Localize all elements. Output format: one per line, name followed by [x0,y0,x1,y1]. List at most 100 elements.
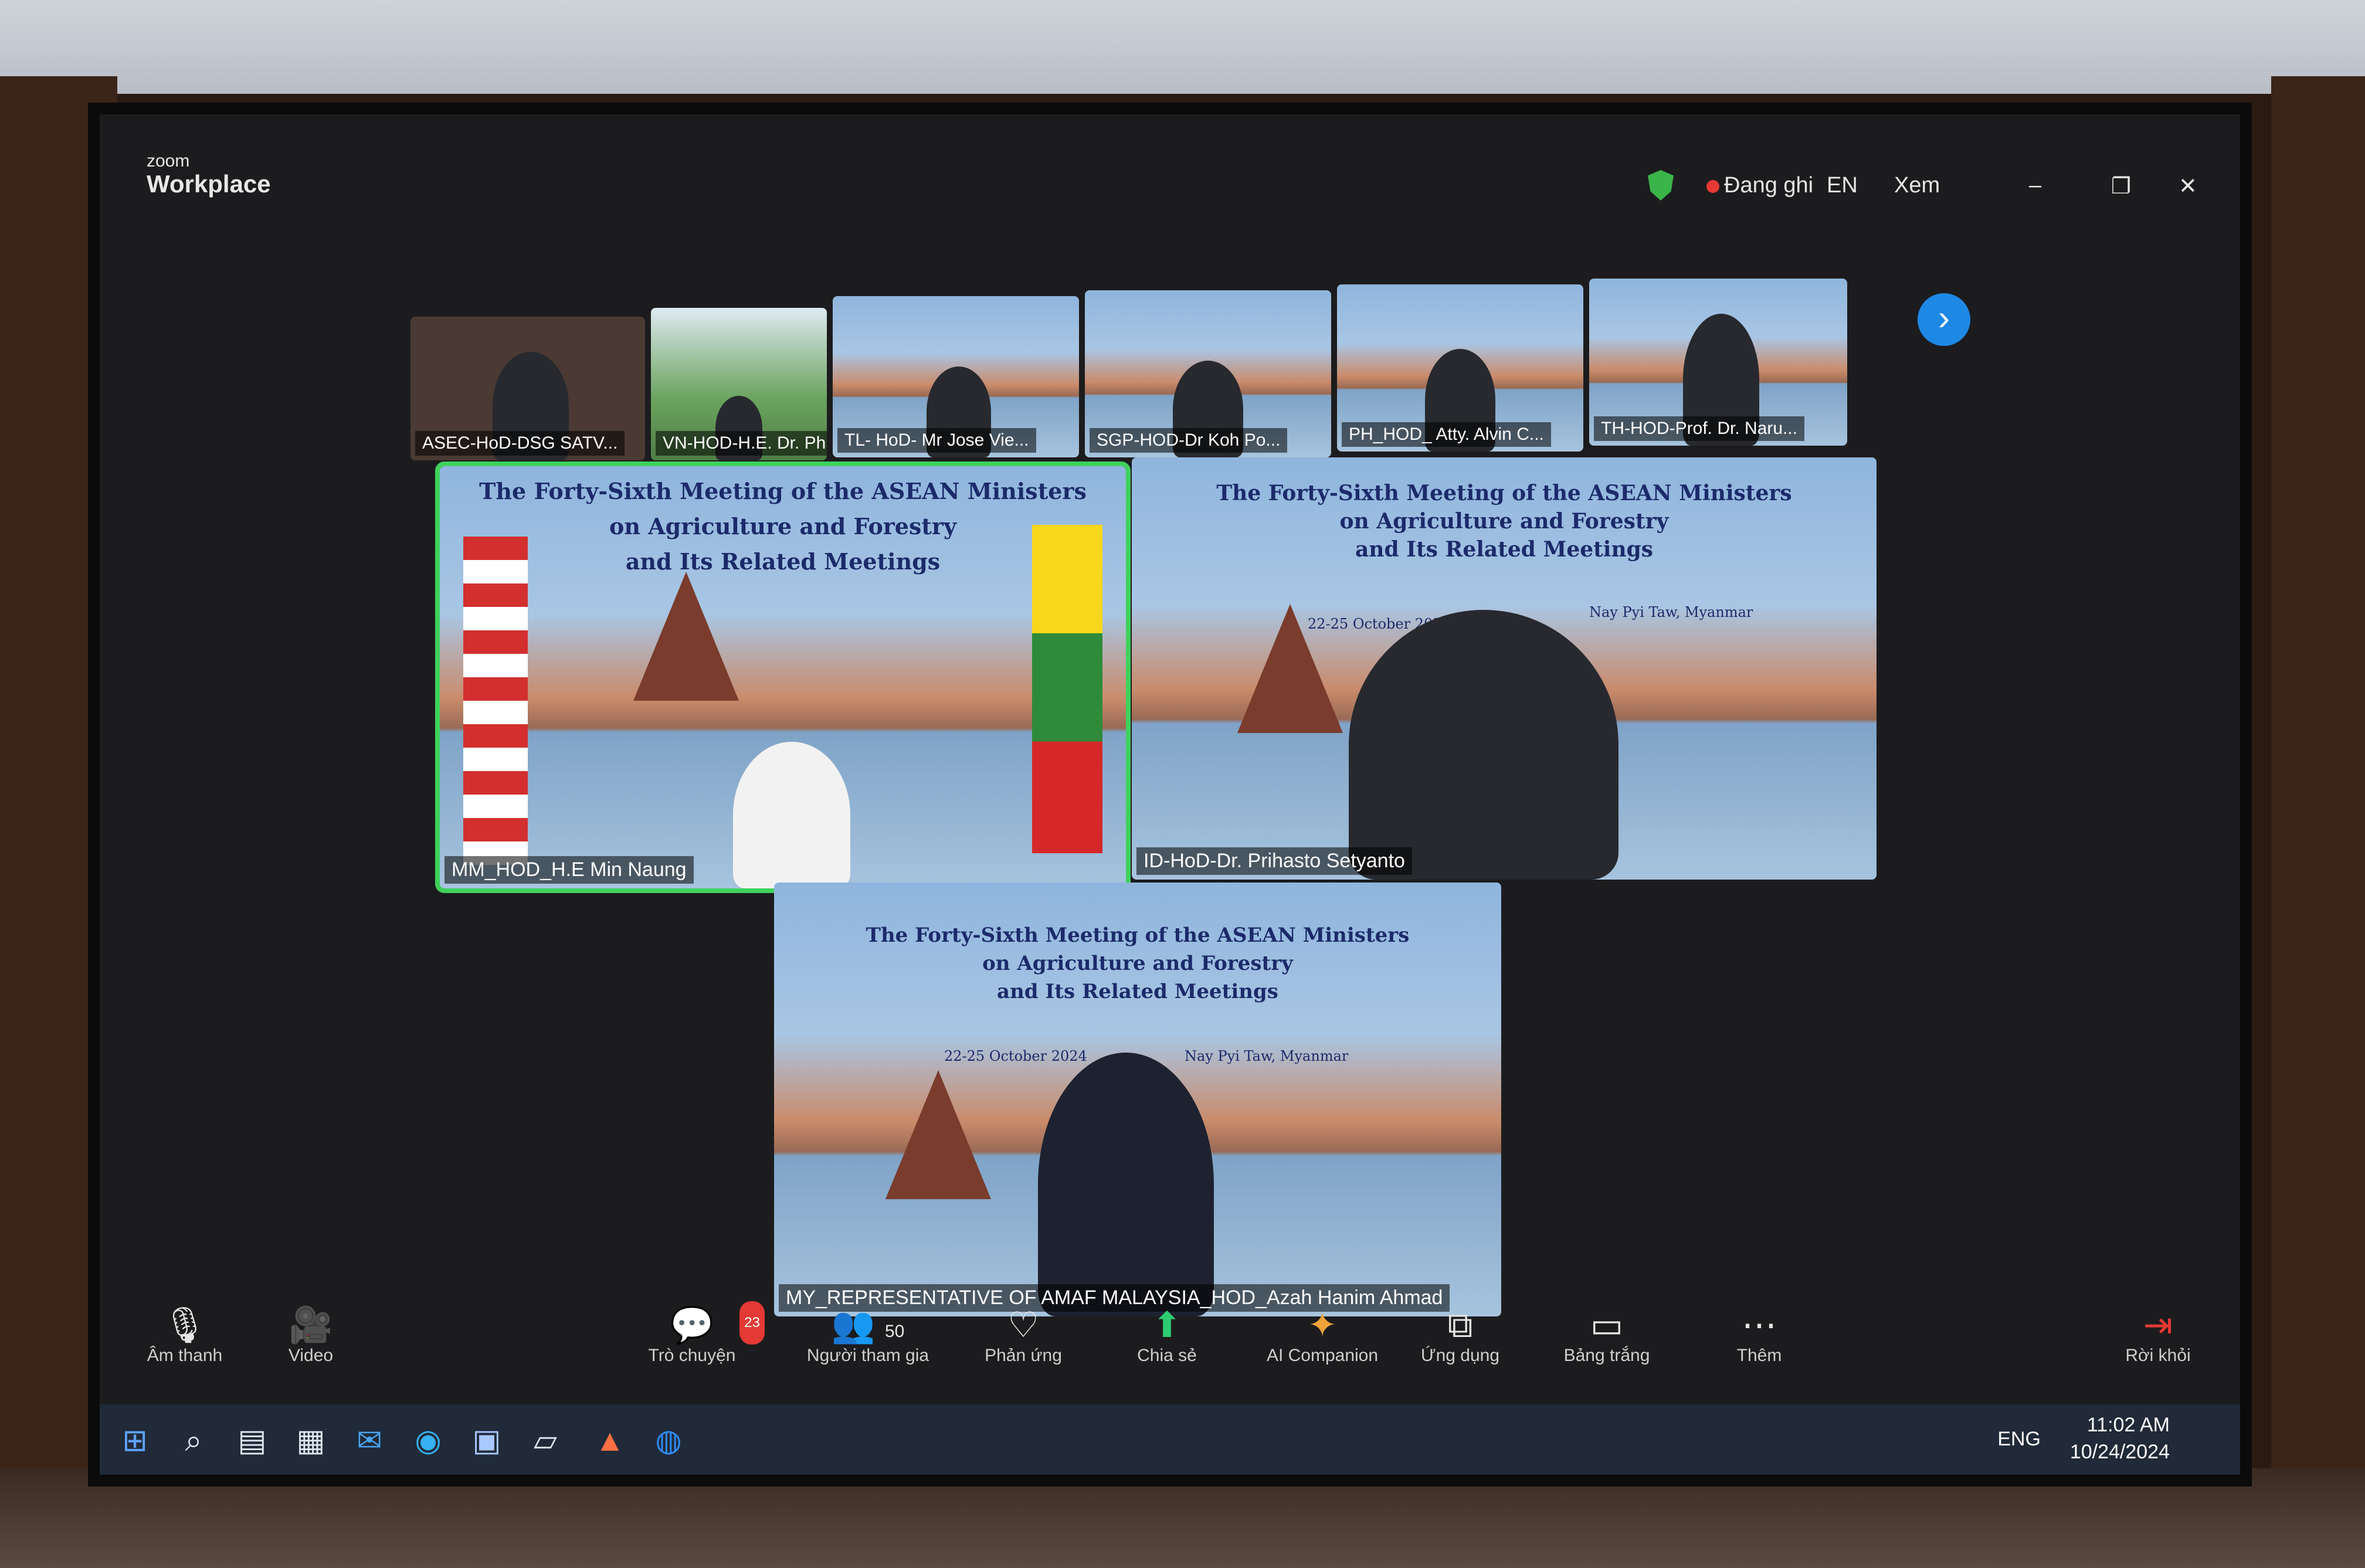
palace-illustration [1237,604,1343,733]
more-button[interactable]: ⋯ Thêm [1712,1305,1806,1366]
heart-icon: ♡ [1007,1305,1039,1345]
leave-button[interactable]: ⇥ Rời khỏi [2105,1305,2211,1366]
share-label: Chia sẻ [1137,1346,1197,1365]
gallery-tile[interactable]: VN-HOD-H.E. Dr. Phung... [651,308,827,460]
participant-video [733,742,850,888]
participant-name: TH-HOD-Prof. Dr. Naru... [1594,416,1805,441]
banner-dates: 22-25 October 2024 [944,1048,1087,1064]
security-shield-icon[interactable] [1648,170,1674,201]
chat-label: Trò chuyện [648,1346,736,1365]
microphone-icon: 🎙 [162,1305,208,1345]
gallery-tile[interactable]: SGP-HOD-Dr Koh Po... [1085,290,1331,457]
app-icon[interactable]: ▲ [586,1417,633,1464]
projection-screen: zoom Workplace Đang ghi EN Xem – ❐ ✕ ASE… [88,103,2252,1486]
banner-line1: The Forty-Sixth Meeting of the ASEAN Min… [1216,481,1792,505]
task-view-icon[interactable]: ▤ [229,1417,276,1464]
brand-small: zoom [147,151,190,171]
brand-large: Workplace [147,170,271,198]
participant-video [1038,1053,1214,1316]
system-clock[interactable]: 11:02 AM 10/24/2024 [2070,1411,2170,1465]
banner-line1: The Forty-Sixth Meeting of the ASEAN Min… [866,924,1410,947]
video-tile-main[interactable]: The Forty-Sixth Meeting of the ASEAN Min… [435,461,1131,893]
chat-badge: 23 [739,1301,765,1345]
participants-count: 50 [885,1322,905,1341]
more-icon: ⋯ [1742,1305,1777,1345]
zoom-app-icon[interactable]: ◍ [645,1417,692,1464]
banner-line3: and Its Related Meetings [625,548,941,575]
ai-companion-button[interactable]: ✦ AI Companion [1249,1305,1396,1366]
edge-browser-icon[interactable]: ◉ [405,1417,452,1464]
whiteboard-button[interactable]: ▭ Bảng trắng [1542,1305,1671,1366]
recording-dot-icon [1706,180,1719,193]
zoom-topbar: zoom Workplace Đang ghi EN Xem – ❐ ✕ [100,114,2240,202]
mail-icon[interactable]: ✉ [346,1417,393,1464]
gallery-tile[interactable]: TH-HOD-Prof. Dr. Naru... [1589,279,1847,446]
banner-line2: on Agriculture and Forestry [609,513,957,539]
participant-name: ID-HoD-Dr. Prihasto Setyanto [1136,847,1412,875]
clock-date: 10/24/2024 [2069,1441,2170,1463]
view-button[interactable]: Xem [1894,173,1940,198]
participants-label: Người tham gia [806,1346,929,1365]
apps-icon: ⧉ [1447,1305,1473,1345]
language-indicator[interactable]: ENG [1997,1428,2041,1451]
audio-label: Âm thanh [147,1346,223,1365]
language-button[interactable]: EN [1827,173,1858,198]
apps-button[interactable]: ⧉ Ứng dụng [1407,1305,1513,1366]
participant-name: ASEC-HoD-DSG SATV... [415,431,625,456]
malaysia-flag [463,537,528,865]
gallery-tile[interactable]: PH_HOD_ Atty. Alvin C... [1337,284,1583,452]
video-tile-main[interactable]: The Forty-Sixth Meeting of the ASEAN Min… [1132,457,1877,880]
participant-name: TL- HoD- Mr Jose Vie... [837,428,1036,453]
meeting-toolbar: 🎙 Âm thanh 🎥 Video 💬 23 Trò chuyện 👥 50 N… [100,1301,2240,1390]
participant-video [1349,610,1618,880]
file-explorer-icon[interactable]: ▱ [522,1417,569,1464]
wall-right [2271,76,2365,1568]
participant-name: PH_HOD_ Atty. Alvin C... [1342,422,1551,447]
leave-label: Rời khỏi [2125,1346,2191,1365]
minimize-button[interactable]: – [2029,173,2041,198]
participants-button[interactable]: 👥 50 Người tham gia [792,1305,944,1366]
gallery-next-button[interactable]: › [1918,293,1970,346]
close-button[interactable]: ✕ [2179,173,2197,199]
apps-label: Ứng dụng [1420,1346,1500,1365]
video-button[interactable]: 🎥 Video [264,1305,358,1366]
teams-icon[interactable]: ▣ [463,1417,510,1464]
banner-line3: and Its Related Meetings [1355,537,1654,562]
myanmar-flag [1032,525,1102,853]
gallery-tile[interactable]: ASEC-HoD-DSG SATV... [410,317,645,460]
banner-line3: and Its Related Meetings [997,980,1278,1003]
chat-button[interactable]: 💬 23 Trò chuyện [633,1301,765,1366]
banner-venue: Nay Pyi Taw, Myanmar [1589,604,1753,620]
restore-button[interactable]: ❐ [2111,173,2131,199]
share-button[interactable]: ⬆ Chia sẻ [1120,1305,1214,1366]
sparkle-icon: ✦ [1307,1305,1338,1345]
gallery-tile[interactable]: TL- HoD- Mr Jose Vie... [833,296,1079,457]
search-icon[interactable]: ⌕ [170,1417,217,1464]
windows-taskbar: ⊞ ⌕ ▤ ▦ ✉ ◉ ▣ ▱ ▲ ◍ ENG 11:02 AM 10/24/2… [100,1404,2240,1475]
camera-icon: 🎥 [289,1305,333,1345]
whiteboard-icon: ▭ [1590,1305,1624,1345]
banner-venue: Nay Pyi Taw, Myanmar [1185,1048,1349,1064]
participant-name: SGP-HOD-Dr Koh Po... [1090,428,1288,453]
zoom-logo: zoom Workplace [147,152,271,198]
clock-time: 11:02 AM [2086,1414,2170,1436]
banner-line2: on Agriculture and Forestry [1339,509,1669,534]
ceiling [0,0,2365,94]
palace-illustration [885,1070,991,1199]
reactions-button[interactable]: ♡ Phản ứng [973,1305,1073,1366]
participant-name: MM_HOD_H.E Min Naung [445,856,694,884]
banner-line2: on Agriculture and Forestry [982,952,1293,975]
participants-icon: 👥 50 [831,1305,905,1345]
more-label: Thêm [1736,1346,1782,1365]
participant-name: VN-HOD-H.E. Dr. Phung... [656,431,827,456]
reactions-label: Phản ứng [985,1346,1062,1365]
banner-line1: The Forty-Sixth Meeting of the ASEAN Min… [479,478,1087,504]
ai-label: AI Companion [1266,1346,1379,1365]
windows-start-icon[interactable]: ⊞ [111,1417,158,1464]
widgets-icon[interactable]: ▦ [287,1417,334,1464]
recording-label[interactable]: Đang ghi [1724,173,1813,198]
video-tile-main[interactable]: The Forty-Sixth Meeting of the ASEAN Min… [774,883,1501,1316]
audio-button[interactable]: 🎙 Âm thanh [135,1305,235,1366]
chat-icon: 💬 23 [633,1301,765,1346]
share-icon: ⬆ [1152,1305,1182,1345]
